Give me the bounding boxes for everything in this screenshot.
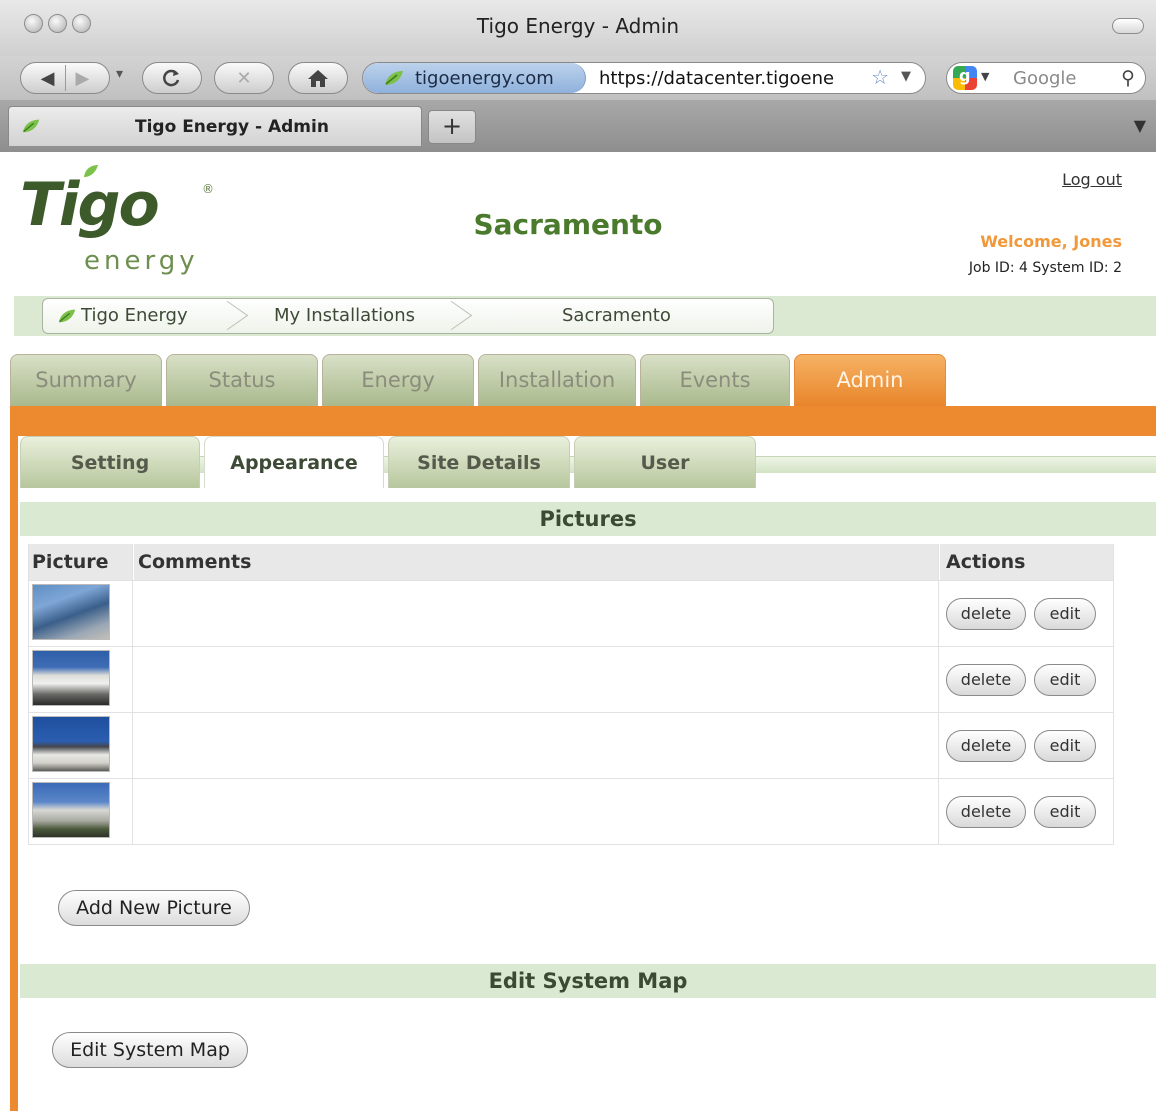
edit-button[interactable]: edit	[1034, 730, 1096, 762]
tab-energy[interactable]: Energy	[322, 354, 474, 406]
edit-button[interactable]: edit	[1034, 598, 1096, 630]
tab-list-icon[interactable]: ▼	[1134, 116, 1146, 135]
roof-thumbnail[interactable]	[32, 716, 110, 772]
add-new-picture-button[interactable]: Add New Picture	[58, 890, 250, 926]
breadcrumb: Tigo Energy My Installations Sacramento	[42, 298, 774, 334]
building-thumbnail[interactable]	[32, 782, 110, 838]
system-map-section-title: Edit System Map	[20, 964, 1156, 998]
welcome-text: Welcome, Jones	[980, 232, 1122, 251]
table-divider	[1113, 544, 1114, 844]
subtab-setting[interactable]: Setting	[20, 436, 200, 488]
delete-button[interactable]: delete	[946, 796, 1026, 828]
url-site-label: tigoenergy.com	[415, 67, 554, 89]
breadcrumb-item-my-installations[interactable]: My Installations	[274, 305, 415, 326]
page: Tigo ® energy Sacramento Log out Welcome…	[0, 152, 1156, 1111]
house-thumbnail[interactable]	[32, 650, 110, 706]
job-system-ids: Job ID: 4 System ID: 2	[968, 260, 1122, 276]
browser-tab-title: Tigo Energy - Admin	[135, 117, 329, 137]
table-divider	[132, 544, 133, 844]
comment-cell	[140, 654, 930, 704]
table-divider	[938, 544, 939, 844]
back-forward-buttons[interactable]: ◀ ▶	[20, 62, 110, 94]
browser-toolbar: ◀ ▶ ▾ ✕ tigoenergy.com https://datacente…	[0, 56, 1156, 100]
address-bar[interactable]: tigoenergy.com https://datacenter.tigoen…	[362, 62, 926, 94]
pictures-section-title: Pictures	[20, 502, 1156, 536]
site-identity-button[interactable]: tigoenergy.com	[363, 63, 586, 93]
page-title: Sacramento	[473, 208, 663, 241]
history-dropdown-icon[interactable]: ▾	[116, 66, 123, 82]
tab-installation[interactable]: Installation	[478, 354, 636, 406]
stop-button[interactable]: ✕	[214, 62, 274, 94]
table-divider	[28, 778, 1114, 779]
back-icon[interactable]: ◀	[41, 68, 55, 89]
edit-button[interactable]: edit	[1034, 796, 1096, 828]
new-tab-button[interactable]: +	[428, 110, 476, 144]
window-title: Tigo Energy - Admin	[476, 14, 680, 38]
breadcrumb-item-tigo-energy[interactable]: Tigo Energy	[81, 305, 188, 326]
breadcrumb-item-sacramento[interactable]: Sacramento	[562, 305, 671, 326]
leaf-icon	[84, 165, 98, 177]
stop-icon: ✕	[236, 67, 252, 89]
url-dropdown-icon[interactable]: ▼	[901, 69, 911, 84]
logo-subtitle: energy	[84, 246, 199, 276]
subtab-site-details[interactable]: Site Details	[388, 436, 570, 488]
subtab-appearance[interactable]: Appearance	[204, 436, 384, 488]
solar-panel-thumbnail[interactable]	[32, 584, 110, 640]
search-icon[interactable]: ⚲	[1121, 67, 1135, 89]
leaf-icon	[58, 309, 76, 323]
home-button[interactable]	[288, 62, 348, 94]
table-divider	[28, 712, 1114, 713]
column-header-actions: Actions	[940, 544, 1114, 580]
forward-icon[interactable]: ▶	[76, 68, 90, 89]
leaf-icon	[22, 119, 40, 133]
delete-button[interactable]: delete	[946, 598, 1026, 630]
table-divider	[28, 646, 1114, 647]
column-header-comments: Comments	[134, 544, 938, 580]
bookmark-star-icon[interactable]: ☆	[871, 65, 889, 89]
google-icon[interactable]	[953, 66, 977, 90]
window-titlebar: Tigo Energy - Admin	[0, 0, 1156, 57]
delete-button[interactable]: delete	[946, 664, 1026, 696]
search-engine-dropdown-icon[interactable]: ▼	[981, 70, 989, 83]
reload-icon	[163, 69, 180, 87]
leaf-icon	[385, 71, 403, 85]
comment-cell	[140, 786, 930, 836]
reload-button[interactable]	[142, 62, 202, 94]
logo-registered-mark: ®	[202, 182, 214, 196]
tab-status[interactable]: Status	[166, 354, 318, 406]
browser-tab-strip: Tigo Energy - Admin + ▼	[0, 100, 1156, 152]
edit-system-map-button[interactable]: Edit System Map	[52, 1032, 248, 1068]
table-divider	[28, 844, 1114, 845]
column-header-picture: Picture	[28, 544, 132, 580]
sub-tabs: Setting Appearance Site Details User	[20, 436, 1156, 488]
subtab-user[interactable]: User	[574, 436, 756, 488]
table-divider	[28, 580, 1114, 581]
main-tabs: Summary Status Energy Installation Event…	[10, 354, 1156, 406]
search-placeholder: Google	[1013, 68, 1077, 89]
toolbar-toggle-button[interactable]	[1112, 18, 1144, 34]
tab-admin[interactable]: Admin	[794, 354, 946, 406]
table-divider	[28, 544, 29, 844]
tab-events[interactable]: Events	[640, 354, 790, 406]
delete-button[interactable]: delete	[946, 730, 1026, 762]
comment-cell	[140, 720, 930, 770]
browser-tab[interactable]: Tigo Energy - Admin	[8, 106, 422, 146]
tab-summary[interactable]: Summary	[10, 354, 162, 406]
comment-cell	[140, 588, 930, 638]
url-text[interactable]: https://datacenter.tigoene	[599, 68, 834, 89]
search-box[interactable]: ▼ Google ⚲	[946, 62, 1146, 94]
home-icon	[308, 70, 328, 87]
logout-link[interactable]: Log out	[1062, 170, 1122, 189]
edit-button[interactable]: edit	[1034, 664, 1096, 696]
